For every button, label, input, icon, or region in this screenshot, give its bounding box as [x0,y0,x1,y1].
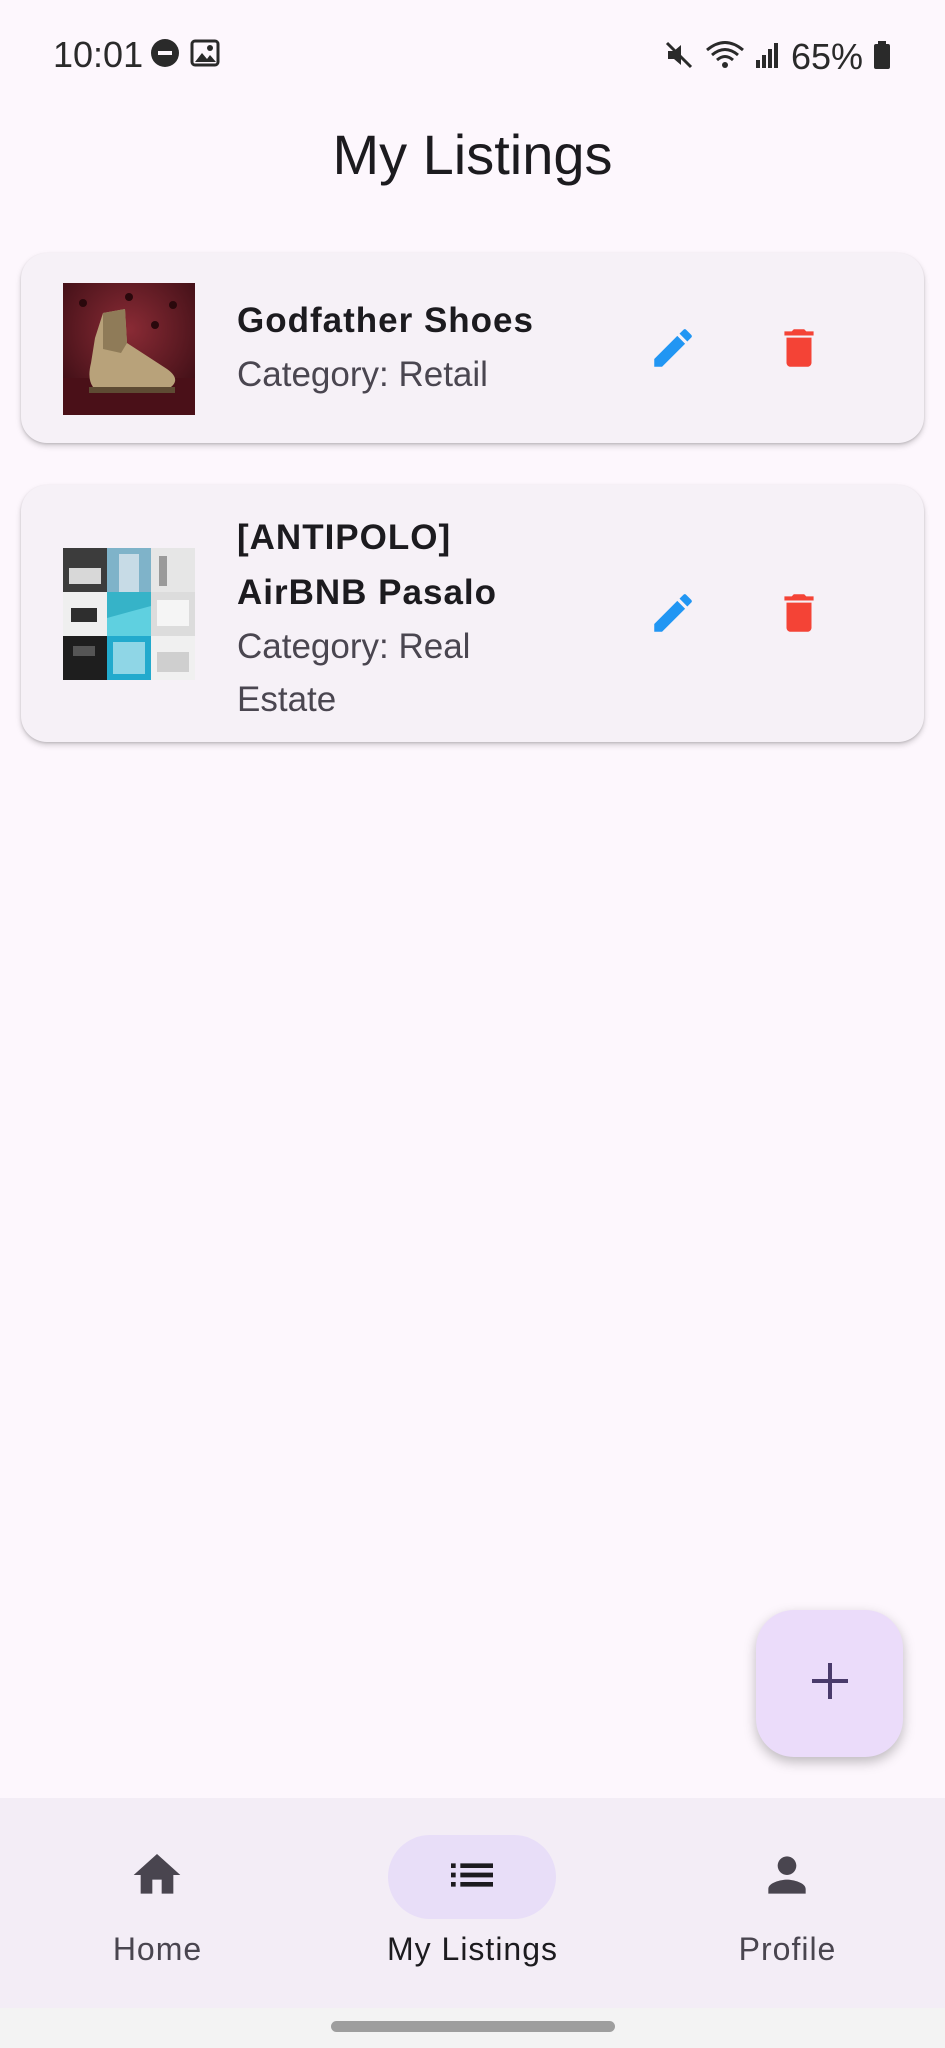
delete-button[interactable] [769,320,829,380]
listing-category-line: Estate [237,680,337,719]
home-icon [129,1847,185,1908]
signal-icon [755,40,781,75]
listing-title-line: AirBNB Pasalo [237,573,498,612]
edit-button[interactable] [643,320,703,380]
status-bar: 10:01 65% [0,0,945,110]
edit-icon [648,588,698,643]
delete-icon [774,588,824,643]
edit-button[interactable] [643,585,703,645]
person-icon [759,1847,815,1908]
listing-category: Category: Real Estate [237,620,527,726]
image-icon [190,38,220,73]
nav-label-home: Home [112,1931,203,1967]
nav-item-my-listings[interactable]: My Listings [315,1798,630,2008]
listing-category-line: Category: Real [237,627,471,666]
nav-label-my-listings: My Listings [386,1931,559,1967]
delete-button[interactable] [769,585,829,645]
listing-category: Category: Retail [237,355,488,394]
property-photo-collage [63,548,195,680]
listing-thumbnail [63,548,195,680]
listing-thumbnail [63,283,195,415]
list-icon [444,1847,500,1908]
shoe-photo [63,283,195,415]
bottom-navigation: Home My Listings Profile [0,1798,945,2008]
wifi-icon [705,39,745,76]
listing-title: [ANTIPOLO] AirBNB Pasalo [237,510,567,620]
do-not-disturb-icon [150,38,180,73]
listing-title: Godfather Shoes [237,301,534,340]
page-title: My Listings [332,123,613,186]
listing-title-line: [ANTIPOLO] [237,518,452,557]
mute-icon [663,39,695,76]
battery-percent: 65% [790,36,863,77]
edit-icon [648,323,698,378]
nav-item-profile[interactable]: Profile [630,1798,945,2008]
nav-item-home[interactable]: Home [0,1798,315,2008]
nav-label-profile: Profile [738,1931,837,1967]
status-time: 10:01 [53,34,144,75]
home-indicator[interactable] [331,2021,615,2032]
add-listing-button[interactable] [756,1610,903,1757]
battery-icon [873,40,891,75]
listing-card[interactable]: [ANTIPOLO] AirBNB Pasalo Category: Real … [21,485,924,742]
nav-active-indicator [388,1835,556,1919]
delete-icon [774,323,824,378]
add-icon [808,1659,852,1708]
listing-card[interactable]: Godfather Shoes Category: Retail [21,253,924,443]
